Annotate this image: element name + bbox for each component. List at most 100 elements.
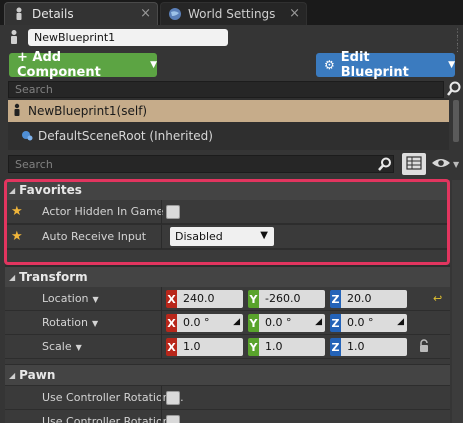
column-divider[interactable] <box>161 335 162 359</box>
add-component-button[interactable]: + Add Component ▼ <box>9 50 157 80</box>
edit-blueprint-button[interactable]: ⚙ Edit Blueprint ▼ <box>316 50 455 80</box>
tab-bar: Details × World Settings × <box>0 0 463 25</box>
add-component-label: + Add Component <box>17 50 101 80</box>
rotation-y-value: 0.0 ° <box>265 316 292 329</box>
use-controller-rotation-checkbox[interactable] <box>166 391 180 405</box>
location-z[interactable]: Z 20.0 <box>330 290 407 308</box>
rotation-z-field[interactable]: 0.0 ° ◢ <box>341 314 407 332</box>
axis-z-label: Z <box>330 314 341 332</box>
column-divider[interactable] <box>161 386 162 410</box>
chevron-down-icon: ▼ <box>150 60 157 70</box>
rotation-label[interactable]: Rotation ▼ <box>42 316 98 329</box>
component-self-label: NewBlueprint1(self) <box>28 104 148 118</box>
category-transform[interactable]: ◢ Transform <box>5 267 450 287</box>
column-divider[interactable] <box>161 311 162 335</box>
search-icon[interactable] <box>447 81 461 97</box>
category-pawn[interactable]: ◢ Pawn <box>5 365 450 385</box>
property-label: Use Controller Rotation ... <box>42 391 184 404</box>
axis-x-label: X <box>166 338 177 356</box>
blueprint-name-field[interactable]: NewBlueprint1 <box>28 29 228 46</box>
property-label: Use Controller Rotation ... <box>42 415 184 423</box>
column-divider[interactable] <box>161 287 162 311</box>
location-y-field[interactable]: -260.0 <box>259 290 325 308</box>
lock-icon[interactable] <box>418 339 430 353</box>
component-tree-scrollbar[interactable] <box>453 100 459 142</box>
scale-z[interactable]: Z 1.0 <box>330 338 407 356</box>
edit-blueprint-label: Edit Blueprint <box>340 50 409 80</box>
component-root-label: DefaultSceneRoot (Inherited) <box>38 129 213 143</box>
gear-icon: ⚙ <box>324 58 335 72</box>
scale-label[interactable]: Scale ▼ <box>42 340 82 353</box>
actor-icon <box>8 29 20 45</box>
expand-arrow-icon: ◢ <box>9 272 16 282</box>
tab-world-settings[interactable]: World Settings × <box>160 2 307 25</box>
property-row-use-controller-rotation-pitch: Use Controller Rotation ... <box>5 386 450 410</box>
chevron-down-icon: ▼ <box>448 60 455 70</box>
favorites-highlight-box <box>4 179 450 265</box>
details-search-input[interactable]: Search <box>8 155 394 173</box>
column-divider[interactable] <box>161 410 162 423</box>
rotation-z-value: 0.0 ° <box>347 316 374 329</box>
location-label[interactable]: Location ▼ <box>42 292 99 305</box>
property-row-use-controller-rotation-yaw: Use Controller Rotation ... <box>5 410 450 423</box>
property-label: Scale <box>42 340 72 353</box>
rotation-y[interactable]: Y 0.0 ° ◢ <box>248 314 325 332</box>
axis-z-label: Z <box>330 338 341 356</box>
tab-details[interactable]: Details × <box>4 2 158 25</box>
scale-y-field[interactable]: 1.0 <box>259 338 325 356</box>
axis-y-label: Y <box>248 338 259 356</box>
rotation-x-value: 0.0 ° <box>183 316 210 329</box>
tab-details-label: Details <box>32 7 74 21</box>
actor-icon <box>12 103 22 120</box>
chevron-down-icon: ▼ <box>75 343 82 352</box>
component-search-input[interactable]: Search <box>8 81 444 98</box>
axis-x-label: X <box>166 290 177 308</box>
location-x[interactable]: X 240.0 <box>166 290 243 308</box>
axis-z-label: Z <box>330 290 341 308</box>
rotation-x[interactable]: X 0.0 ° ◢ <box>166 314 243 332</box>
property-label: Rotation <box>42 316 89 329</box>
property-matrix-button[interactable] <box>402 153 426 175</box>
spin-arrow-icon[interactable]: ◢ <box>233 317 240 327</box>
spin-arrow-icon[interactable]: ◢ <box>315 317 322 327</box>
rotation-z[interactable]: Z 0.0 ° ◢ <box>330 314 407 332</box>
details-scrollbar[interactable] <box>452 180 463 423</box>
property-row-location: Location ▼ X 240.0 Y -260.0 Z 20.0 ↩ <box>5 287 450 311</box>
location-y[interactable]: Y -260.0 <box>248 290 325 308</box>
property-row-rotation: Rotation ▼ X 0.0 ° ◢ Y 0.0 ° ◢ Z 0.0 ° ◢ <box>5 311 450 335</box>
component-item-self[interactable]: NewBlueprint1(self) <box>8 100 449 122</box>
tab-world-settings-label: World Settings <box>188 7 276 21</box>
eye-icon <box>431 157 451 172</box>
use-controller-rotation-checkbox[interactable] <box>166 415 180 423</box>
scale-x[interactable]: X 1.0 <box>166 338 243 356</box>
chevron-down-icon: ▼ <box>453 159 460 169</box>
scale-z-field[interactable]: 1.0 <box>341 338 407 356</box>
location-x-field[interactable]: 240.0 <box>177 290 243 308</box>
close-icon[interactable]: × <box>289 6 300 21</box>
location-z-field[interactable]: 20.0 <box>341 290 407 308</box>
scene-component-icon <box>20 128 34 145</box>
axis-y-label: Y <box>248 290 259 308</box>
scale-y[interactable]: Y 1.0 <box>248 338 325 356</box>
chevron-down-icon: ▼ <box>92 319 99 328</box>
property-row-scale: Scale ▼ X 1.0 Y 1.0 Z 1.0 <box>5 335 450 359</box>
details-icon <box>12 7 26 21</box>
scale-x-field[interactable]: 1.0 <box>177 338 243 356</box>
search-icon[interactable] <box>378 157 392 171</box>
category-pawn-label: Pawn <box>19 368 56 382</box>
resize-grip-icon[interactable]: ⋮ ⋮ ⋮ <box>453 29 462 54</box>
category-transform-label: Transform <box>19 270 88 284</box>
rotation-y-field[interactable]: 0.0 ° ◢ <box>259 314 325 332</box>
expand-arrow-icon: ◢ <box>9 370 16 380</box>
component-item-default-scene-root[interactable]: DefaultSceneRoot (Inherited) <box>20 127 213 145</box>
spin-arrow-icon[interactable]: ◢ <box>397 317 404 327</box>
view-options-button[interactable]: ▼ <box>431 155 461 173</box>
property-label: Location <box>42 292 89 305</box>
grid-icon <box>406 155 422 173</box>
close-icon[interactable]: × <box>140 6 151 21</box>
reset-to-default-icon[interactable]: ↩ <box>433 292 442 305</box>
axis-x-label: X <box>166 314 177 332</box>
chevron-down-icon: ▼ <box>92 295 99 304</box>
rotation-x-field[interactable]: 0.0 ° ◢ <box>177 314 243 332</box>
axis-y-label: Y <box>248 314 259 332</box>
